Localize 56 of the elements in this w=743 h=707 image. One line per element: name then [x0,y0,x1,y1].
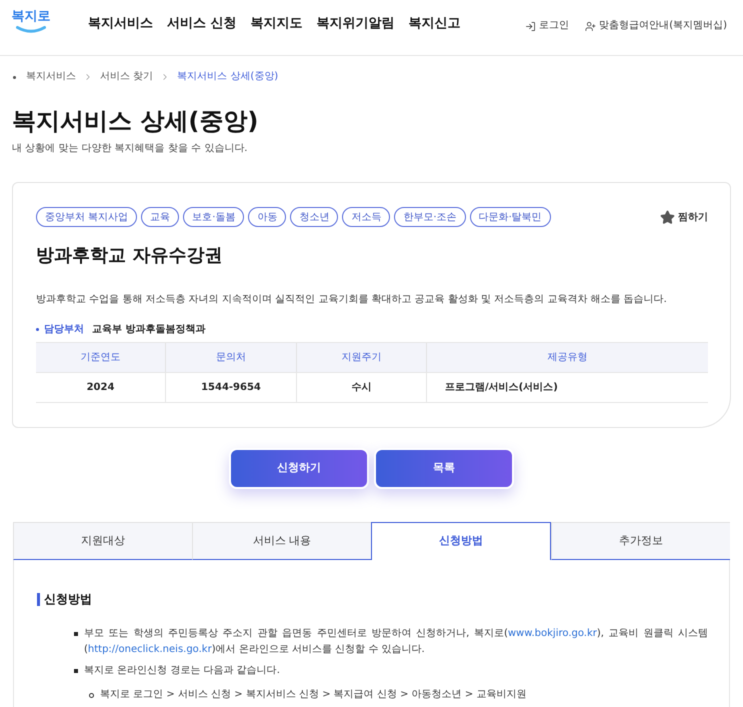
membership-link[interactable]: 맞춤형급여안내(복지멤버십) [585,18,727,34]
circle-bullet-icon [89,692,94,698]
category-tag: 중앙부처 복지사업 [36,207,138,227]
bullet-text: 부모 또는 학생의 주민등록상 주소지 관할 읍면동 주민센터로 방문하여 신청하거나, 복지로(www.bokjiro.go.kr), 교육비 원클릭 시스템 (http://oneclick.neis.go.kr)에서 온라인으로 서비스를 신청할 수 있습니다. [84,627,708,657]
page-title: 복지서비스 상세(중앙) [12,106,260,136]
table-header-cell: 기준연도 [36,343,166,372]
nav-link[interactable]: 복지서비스 [88,14,153,34]
table-header-cell: 문의처 [166,343,297,372]
category-tag: 한부모·조손 [394,207,466,227]
category-tag: 청소년 [290,207,338,227]
category-tag: 교육 [141,207,180,227]
service-description: 방과후학교 수업을 통해 저소득층 자녀의 지속적이며 실직적인 교육기회를 확대하고 공교육 활성화 및 저소득층의 교육격차 해소를 돕습니다. [36,293,668,307]
tab[interactable]: 신청방법 [371,522,551,560]
login-link[interactable]: 로그인 [525,18,570,34]
table-cell: 2024 [36,373,166,402]
department-label: 담당부처 [44,322,84,336]
nav-link[interactable]: 서비스 신청 [167,14,237,34]
bullet-text: 복지로 온라인신청 경로는 다음과 같습니다. [84,664,280,678]
page-subtitle: 내 상황에 맞는 다양한 복지혜택을 찾을 수 있습니다. [12,142,248,156]
table-cell: 1544-9654 [166,373,297,402]
heading-bar-icon [37,592,40,606]
logo-text[interactable]: 복지로 [12,8,50,26]
nav-link[interactable]: 복지신고 [408,14,461,34]
wishlist-button[interactable]: 찜하기 [660,210,708,224]
link[interactable]: http://oneclick.neis.go.kr [88,644,212,655]
nav-link[interactable]: 복지위기알림 [316,14,395,34]
link[interactable]: www.bokjiro.go.kr [508,628,597,639]
breadcrumb-link[interactable]: 복지서비스 [26,69,76,85]
breadcrumb-link[interactable]: 서비스 찾기 [100,69,154,85]
table-cell: 수시 [297,373,427,402]
bullet-icon [13,76,16,78]
table-header-cell: 제공유형 [427,343,708,372]
action-button[interactable]: 목록 [374,448,514,489]
user-plus-icon [585,20,596,32]
nav-link[interactable]: 복지지도 [250,14,303,34]
table-header-cell: 지원주기 [297,343,427,372]
category-tag: 다문화·탈북민 [470,207,551,227]
star-icon [660,210,675,224]
category-tag: 보호·돌봄 [183,207,244,227]
department-value: 교육부 방과후돌봄정책과 [92,322,206,336]
sub-bullet-text: 복지로 로그인 > 서비스 신청 > 복지서비스 신청 > 복지급여 신청 > 아동청소년 > 교육비지원 [100,688,526,702]
category-tag: 아동 [248,207,286,227]
service-title: 방과후학교 자유수강권 [36,244,224,268]
tab[interactable]: 추가정보 [551,522,730,560]
tab[interactable]: 서비스 내용 [192,522,371,560]
bullet-icon [36,328,39,330]
tab[interactable]: 지원대상 [13,522,192,560]
smile-curve-icon [16,26,46,33]
action-button[interactable]: 신청하기 [229,448,369,489]
square-bullet-icon [74,632,78,636]
category-tag: 저소득 [342,207,390,227]
breadcrumb-link[interactable]: 복지서비스 상세(중앙) [177,69,278,85]
square-bullet-icon [74,669,78,673]
login-icon [525,20,536,32]
table-cell-text: 프로그램/서비스(서비스) [444,381,559,395]
section-heading: 신청방법 [44,591,92,607]
